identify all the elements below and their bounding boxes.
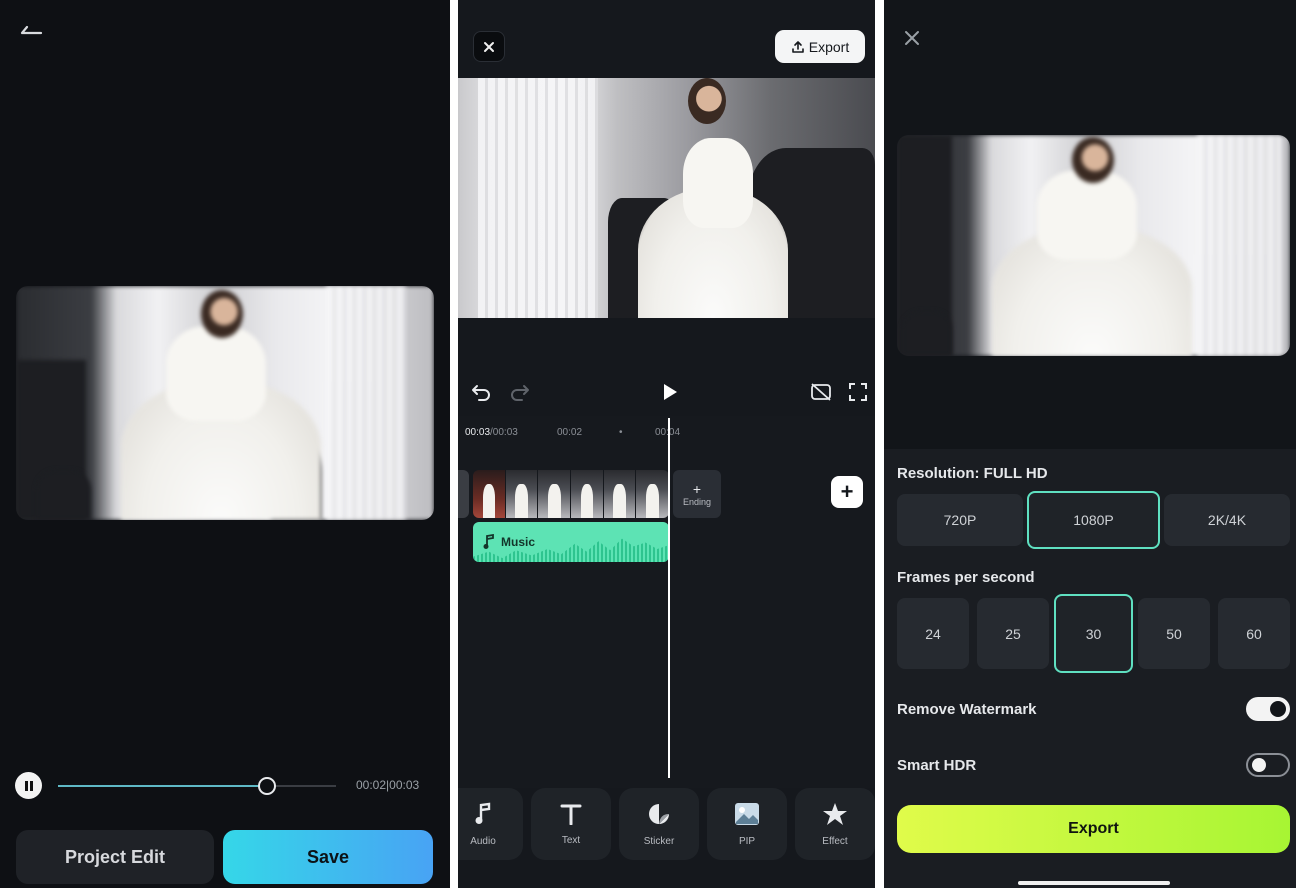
pause-button[interactable] — [15, 772, 42, 799]
clip-thumbnail — [473, 470, 506, 518]
music-label: Music — [501, 535, 536, 549]
resolution-1080p[interactable]: 1080P — [1027, 491, 1160, 549]
add-clip-button[interactable]: + — [831, 476, 863, 508]
export-top-label: Export — [808, 38, 850, 55]
clip-thumbnail — [603, 470, 637, 518]
fps-24[interactable]: 24 — [897, 598, 969, 669]
watermark-label: Remove Watermark — [897, 701, 1037, 718]
smart-hdr-toggle[interactable] — [1246, 753, 1290, 777]
tool-text[interactable]: Text — [531, 788, 611, 860]
fps-50[interactable]: 50 — [1138, 598, 1210, 669]
add-ending-button[interactable]: + Ending — [673, 470, 721, 518]
hdr-off-icon[interactable] — [809, 380, 833, 404]
tool-label: Audio — [470, 835, 496, 847]
ruler-mark: 00:02 — [557, 427, 583, 438]
video-preview[interactable] — [16, 286, 434, 520]
text-icon — [560, 804, 582, 825]
timeline-ruler: 00:03/00:03 — [465, 427, 518, 438]
pause-icon — [24, 780, 33, 791]
tool-label: Text — [561, 834, 581, 846]
play-icon — [664, 384, 677, 400]
fps-60[interactable]: 60 — [1218, 598, 1290, 669]
watermark-toggle[interactable] — [1246, 697, 1290, 721]
video-clip-track[interactable] — [473, 470, 669, 518]
video-preview[interactable] — [897, 135, 1290, 356]
fps-25[interactable]: 25 — [977, 598, 1049, 669]
previous-clip[interactable] — [458, 470, 469, 518]
export-button[interactable]: Export — [897, 805, 1290, 853]
clip-thumbnail — [571, 470, 604, 518]
timeline-panel: Export 00:03/00:03 00:02 • 00:04 — [458, 0, 875, 888]
resolution-720p[interactable]: 720P — [897, 494, 1023, 546]
scrubber-handle[interactable] — [257, 777, 276, 795]
resolution-2k4k[interactable]: 2K/4K — [1164, 494, 1290, 546]
clip-thumbnail — [538, 470, 572, 518]
time-display: 00:02|00:03 — [356, 778, 420, 792]
save-button[interactable]: Save — [223, 830, 433, 884]
tool-label: Effect — [822, 835, 848, 847]
tool-label: PIP — [738, 835, 756, 847]
preview-panel: 00:02|00:03 Project Edit Save — [0, 0, 450, 888]
sticker-icon — [649, 803, 669, 824]
image-icon — [735, 802, 759, 825]
scrubber-progress — [58, 785, 267, 787]
music-note-icon — [475, 802, 491, 824]
close-button[interactable] — [473, 31, 505, 62]
video-preview[interactable] — [458, 78, 875, 318]
music-track[interactable]: Music — [473, 522, 669, 562]
close-icon[interactable] — [902, 28, 922, 48]
smart-hdr-label: Smart HDR — [897, 757, 977, 774]
upload-icon — [791, 40, 804, 53]
undo-icon[interactable] — [470, 381, 492, 403]
tool-effect[interactable]: Effect — [795, 788, 875, 860]
clip-thumbnail — [505, 470, 539, 518]
export-settings-panel: Resolution: FULL HD 720P 1080P 2K/4K Fra… — [884, 0, 1296, 888]
export-top-button[interactable]: Export — [775, 30, 865, 63]
fullscreen-icon[interactable] — [846, 380, 870, 404]
playback-scrubber[interactable] — [58, 777, 336, 795]
fps-title: Frames per second — [897, 569, 1035, 586]
project-edit-button[interactable]: Project Edit — [16, 830, 214, 884]
music-note-icon — [483, 534, 494, 549]
tool-label: Sticker — [643, 835, 675, 847]
home-indicator — [1018, 881, 1170, 885]
resolution-title: Resolution: FULL HD — [897, 465, 1048, 482]
sparkle-star-icon — [823, 802, 847, 825]
tool-sticker[interactable]: Sticker — [619, 788, 699, 860]
redo-icon[interactable] — [509, 381, 531, 403]
fps-30[interactable]: 30 — [1054, 594, 1133, 673]
close-icon — [484, 41, 494, 52]
clip-thumbnail — [636, 470, 669, 518]
ruler-dot: • — [619, 427, 623, 438]
tool-pip[interactable]: PIP — [707, 788, 787, 860]
playhead[interactable] — [668, 418, 670, 778]
back-arrow-icon[interactable] — [18, 22, 46, 42]
play-button[interactable] — [658, 380, 682, 404]
ending-label: Ending — [682, 497, 712, 507]
tool-audio[interactable]: Audio — [458, 788, 523, 860]
plus-icon: + — [692, 481, 702, 497]
